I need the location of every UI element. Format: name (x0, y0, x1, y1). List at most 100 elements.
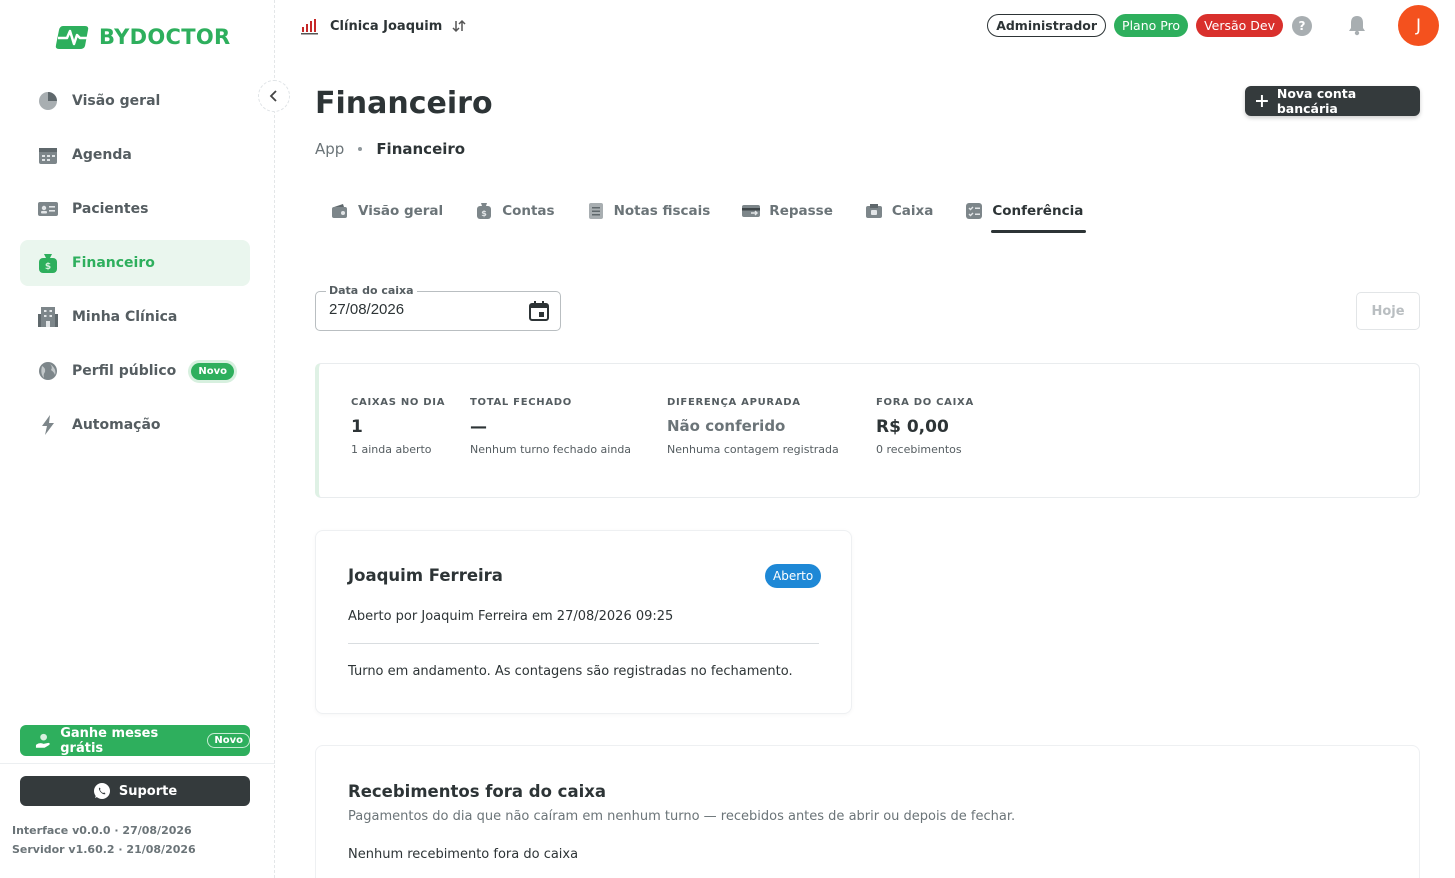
sidebar-item-pacientes[interactable]: Pacientes (20, 186, 250, 232)
support-button[interactable]: Suporte (20, 776, 250, 806)
stat-label: DIFERENÇA APURADA (667, 397, 801, 408)
stat-sub: 0 recebimentos (876, 443, 962, 456)
tab-label: Notas fiscais (613, 203, 711, 219)
money-bag-icon: $ (37, 252, 59, 274)
support-label: Suporte (118, 783, 178, 799)
tab-label: Conferência (992, 203, 1084, 219)
stat-value: 1 (351, 417, 363, 437)
page-title: Financeiro (315, 86, 493, 121)
sidebar-item-automacao[interactable]: Automação (20, 402, 250, 448)
stat-sub: 1 ainda aberto (351, 443, 432, 456)
globe-icon (37, 360, 59, 382)
clinic-logo-icon (301, 19, 318, 35)
bell-icon[interactable] (1347, 14, 1367, 40)
sidebar-item-label: Perfil público (72, 363, 177, 379)
status-badge: Aberto (765, 564, 822, 588)
section-description: Pagamentos do dia que não caíram em nenh… (348, 809, 1016, 824)
tab-label: Contas (502, 203, 555, 219)
svg-text:$: $ (481, 209, 487, 218)
promo-label: Ganhe meses grátis (60, 725, 159, 756)
stat-sub: Nenhum turno fechado ainda (470, 443, 632, 456)
cash-date-field[interactable]: Data do caixa 27/08/2026 (315, 284, 561, 331)
new-bank-account-button[interactable]: Nova conta bancária (1245, 86, 1420, 116)
calendar-icon (37, 144, 59, 166)
card-transfer-icon (742, 202, 761, 220)
outside-receipts-section: Recebimentos fora do caixa Pagamentos do… (315, 745, 1420, 878)
summary-panel: CAIXAS NO DIA 1 1 ainda aberto TOTAL FEC… (315, 363, 1420, 498)
version-badge: Versão Dev (1196, 14, 1283, 37)
breadcrumb-current: Financeiro (376, 140, 466, 158)
tab-notas-fiscais[interactable]: Notas fiscais (571, 196, 727, 226)
breadcrumb: App Financeiro (315, 140, 465, 158)
plus-icon (1255, 95, 1268, 107)
stat-label: TOTAL FECHADO (470, 397, 572, 408)
stat-total-fechado: TOTAL FECHADO — Nenhum turno fechado ain… (470, 397, 631, 456)
sidebar-item-label: Visão geral (72, 93, 161, 109)
cash-register-icon (865, 202, 883, 220)
tab-label: Repasse (769, 203, 833, 219)
stat-value: Não conferido (667, 417, 786, 435)
register-owner-name: Joaquim Ferreira (348, 566, 503, 585)
tab-repasse[interactable]: Repasse (726, 196, 849, 226)
sidebar-item-minha-clinica[interactable]: Minha Clínica (20, 294, 250, 340)
clinic-switcher[interactable]: Clínica Joaquim (300, 16, 466, 36)
sidebar-item-perfil-publico[interactable]: Perfil público Novo (20, 348, 250, 394)
sidebar-item-financeiro[interactable]: $ Financeiro (20, 240, 250, 286)
swap-arrows-icon (452, 19, 466, 33)
sidebar-item-label: Minha Clínica (72, 309, 178, 325)
sidebar-item-label: Automação (72, 417, 161, 433)
plan-badge: Plano Pro (1114, 14, 1189, 37)
server-version: Servidor v1.60.2 · 21/08/2026 (12, 843, 196, 856)
invoice-icon (587, 202, 605, 220)
tab-visao-geral[interactable]: Visão geral (315, 196, 459, 226)
building-icon (37, 306, 59, 328)
svg-text:$: $ (45, 262, 51, 272)
lightning-icon (37, 414, 59, 436)
sidebar-item-label: Financeiro (72, 255, 155, 271)
interface-version: Interface v0.0.0 · 27/08/2026 (12, 824, 192, 837)
new-badge: Novo (191, 362, 234, 380)
wallet-icon (331, 202, 349, 220)
tab-label: Caixa (891, 203, 934, 219)
role-badge: Administrador (987, 14, 1107, 37)
stat-value: R$ 0,00 (876, 417, 949, 437)
stat-sub: Nenhuma contagem registrada (667, 443, 839, 456)
today-button[interactable]: Hoje (1356, 292, 1420, 330)
free-months-button[interactable]: Ganhe meses grátis Novo (20, 725, 250, 756)
sidebar-item-agenda[interactable]: Agenda (20, 132, 250, 178)
sidebar-nav: Visão geral Agenda Pacientes $ Financeir… (20, 78, 250, 456)
sidebar-item-label: Pacientes (72, 201, 149, 217)
register-note: Turno em andamento. As contagens são reg… (348, 664, 793, 679)
checklist-icon (965, 202, 983, 220)
tab-contas[interactable]: $ Contas (459, 196, 570, 226)
gift-hand-icon (35, 733, 50, 748)
stat-label: FORA DO CAIXA (876, 397, 974, 408)
avatar[interactable]: J (1398, 5, 1439, 46)
calendar-icon[interactable] (528, 300, 550, 326)
section-title: Recebimentos fora do caixa (348, 782, 607, 801)
cash-date-label: Data do caixa (326, 284, 417, 297)
cash-date-value[interactable]: 27/08/2026 (329, 301, 404, 318)
collapse-sidebar-button[interactable] (258, 80, 290, 112)
sidebar-divider (0, 763, 275, 764)
stat-fora-do-caixa: FORA DO CAIXA R$ 0,00 0 recebimentos (876, 397, 974, 456)
stat-caixas: CAIXAS NO DIA 1 1 ainda aberto (351, 397, 445, 456)
stat-value: — (470, 417, 487, 437)
clinic-name: Clínica Joaquim (330, 18, 443, 34)
sidebar: BYDOCTOR Visão geral Agenda Pacientes $ … (0, 0, 275, 878)
tab-conferencia[interactable]: Conferência (949, 196, 1099, 233)
empty-state: Nenhum recebimento fora do caixa (348, 847, 579, 862)
chevron-left-icon (269, 90, 277, 102)
logo-icon (55, 26, 91, 49)
stat-diferenca: DIFERENÇA APURADA Não conferido Nenhuma … (667, 397, 839, 456)
breadcrumb-separator (358, 147, 363, 151)
help-icon[interactable]: ? (1292, 16, 1312, 36)
cash-register-card[interactable]: Joaquim Ferreira Aberto Aberto por Joaqu… (315, 530, 852, 714)
new-bank-account-label: Nova conta bancária (1276, 86, 1357, 116)
brand-logo[interactable]: BYDOCTOR (55, 22, 231, 52)
sidebar-item-visao-geral[interactable]: Visão geral (20, 78, 250, 124)
breadcrumb-app[interactable]: App (315, 140, 344, 158)
tab-caixa[interactable]: Caixa (849, 196, 949, 226)
stat-label: CAIXAS NO DIA (351, 397, 446, 408)
pie-chart-icon (37, 90, 59, 112)
